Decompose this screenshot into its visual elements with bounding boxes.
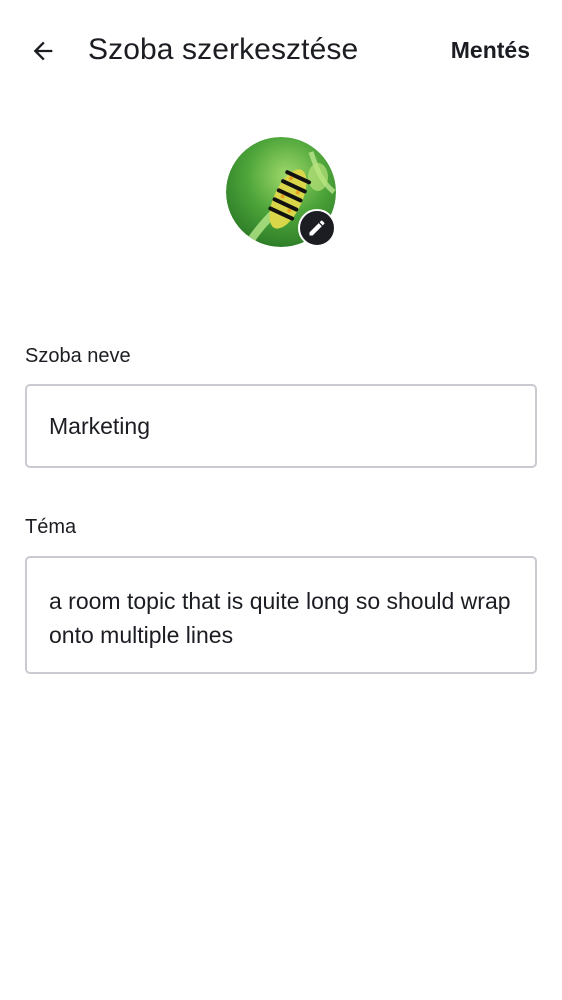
save-button[interactable]: Mentés [451, 34, 530, 66]
page-title: Szoba szerkesztése [88, 33, 359, 66]
topic-label: Téma [25, 516, 77, 538]
topic-input[interactable]: a room topic that is quite long so shoul… [25, 556, 537, 674]
top-app-bar: Szoba szerkesztése Mentés [0, 0, 562, 100]
back-button[interactable] [22, 30, 64, 72]
pencil-icon [309, 220, 325, 236]
room-avatar-container[interactable] [226, 137, 336, 247]
arrow-left-icon [33, 41, 53, 61]
room-name-label: Szoba neve [25, 345, 131, 367]
edit-avatar-button[interactable] [298, 209, 336, 247]
room-name-input[interactable] [25, 384, 537, 468]
